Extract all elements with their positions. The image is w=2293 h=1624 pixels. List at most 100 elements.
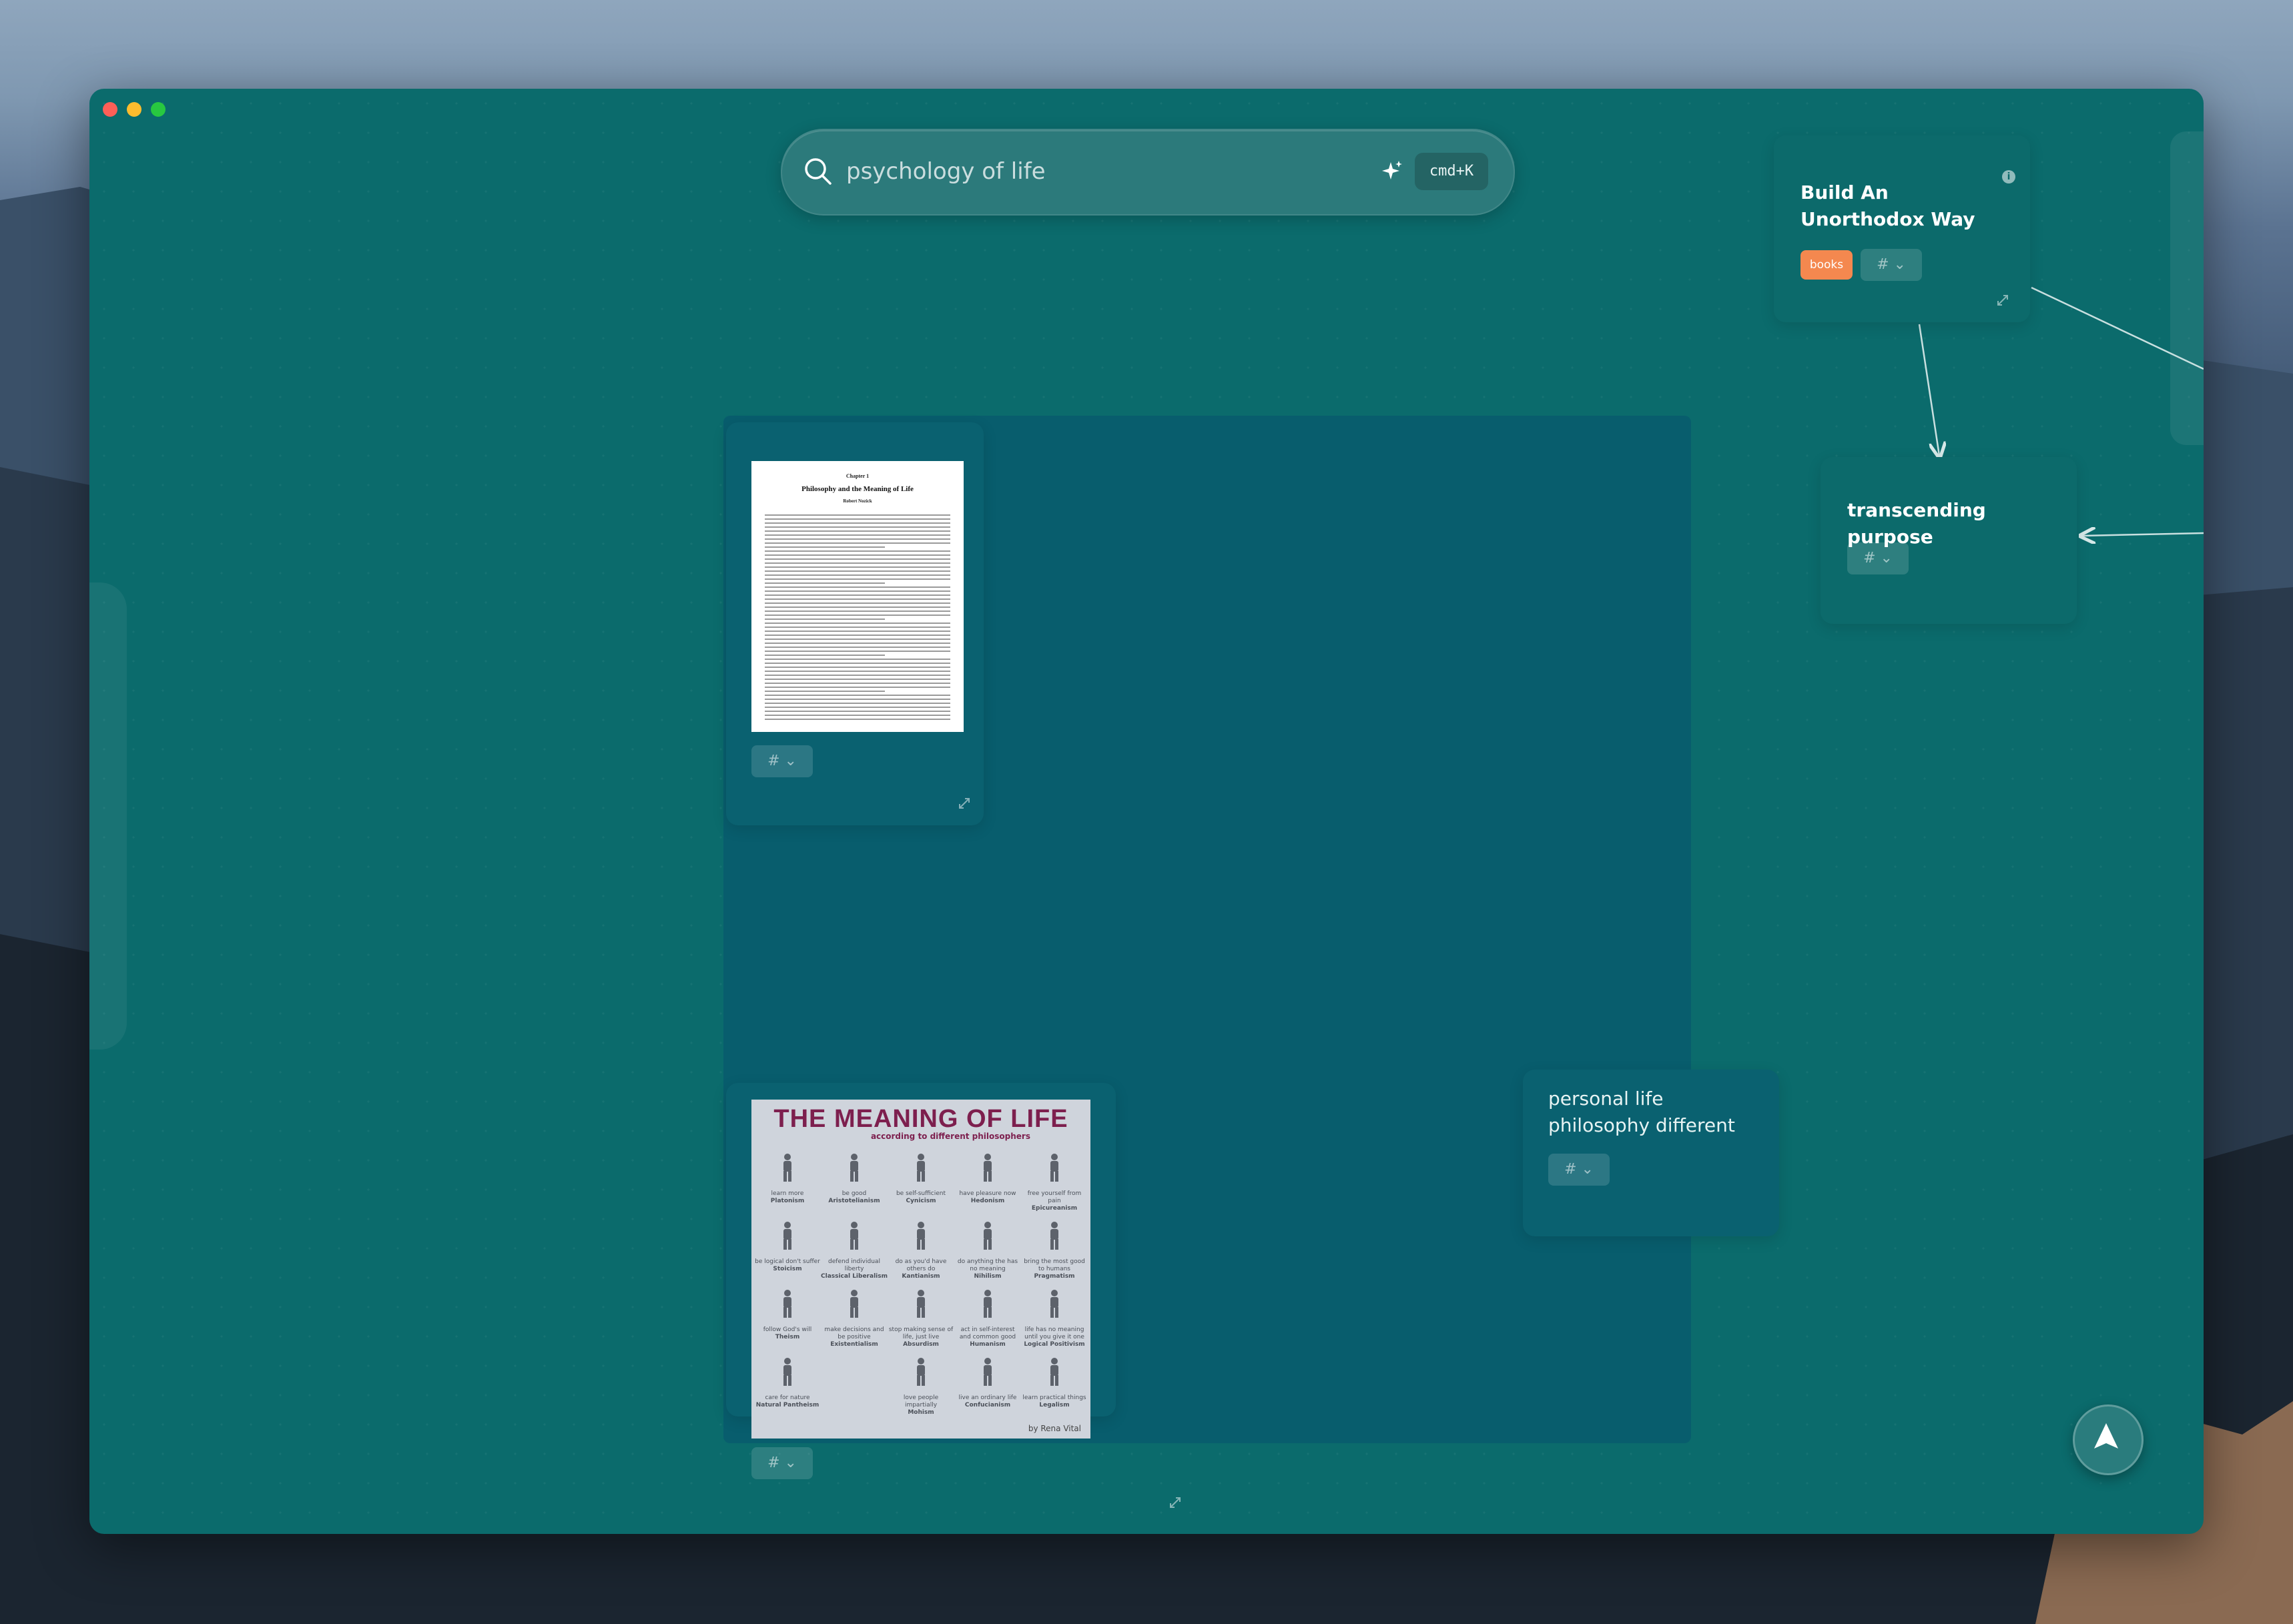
doc-text-line	[765, 711, 950, 712]
poster-caption: have pleasure now Hedonism	[959, 1190, 1016, 1204]
poster-cell: be self-sufficient Cynicism	[888, 1150, 954, 1217]
poster-cell: free yourself from pain Epicureanism	[1021, 1150, 1088, 1217]
poster-caption: learn more Platonism	[770, 1190, 805, 1204]
doc-text-line	[765, 598, 950, 600]
tag-dropdown[interactable]: # ⌄	[1861, 249, 1922, 281]
search-bar[interactable]: psychology of life cmd+K	[781, 129, 1515, 216]
left-side-panel[interactable]	[89, 582, 127, 1050]
person-figure-icon	[1050, 1290, 1058, 1318]
poster-tag-dropdown[interactable]: # ⌄	[751, 1447, 813, 1479]
note-tag-dropdown[interactable]: # ⌄	[1548, 1154, 1610, 1186]
poster-cell: follow God's will Theism	[754, 1286, 821, 1353]
poster-cell: stop making sense of life, just live Absu…	[888, 1286, 954, 1353]
tag-dropdown[interactable]: # ⌄	[751, 745, 813, 777]
doc-text-line	[765, 534, 950, 536]
tag-books[interactable]: books	[1800, 250, 1853, 280]
person-figure-icon	[1050, 1222, 1058, 1250]
poster-card[interactable]: THE MEANING OF LIFE according to differe…	[726, 1083, 1116, 1439]
doc-text-line	[765, 611, 950, 612]
poster-cell: defend individual liberty Classical Liber…	[821, 1218, 888, 1285]
note-card-personal-philosophy[interactable]: personal life philosophy different # ⌄	[1523, 1070, 1779, 1236]
doc-text-line	[765, 623, 950, 624]
person-figure-icon	[917, 1290, 925, 1318]
card-transcending-purpose[interactable]: transcending purpose # ⌄	[1821, 457, 2077, 624]
person-figure-icon	[783, 1290, 791, 1318]
doc-text-line	[765, 574, 950, 576]
poster-cell: act in self-interest and common good Huma…	[954, 1286, 1021, 1353]
person-figure-icon	[850, 1154, 858, 1182]
poster-caption: learn practical things Legalism	[1022, 1394, 1086, 1408]
card-title: Build An Unorthodox Way	[1800, 181, 1975, 230]
expand-icon[interactable]	[957, 796, 972, 811]
app-window: psychology of life cmd+K Chapter 1 Philo…	[89, 89, 2204, 1534]
poster-byline: by Rena Vital	[1028, 1424, 1081, 1433]
doc-text-line	[765, 671, 950, 672]
poster-cell: be good Aristotelianism	[821, 1150, 888, 1217]
doc-text-line	[765, 643, 950, 644]
minimize-button[interactable]	[127, 102, 141, 117]
doc-text-line	[765, 602, 950, 604]
person-figure-icon	[984, 1154, 992, 1182]
right-side-panel[interactable]	[2170, 131, 2204, 445]
person-figure-icon	[917, 1222, 925, 1250]
poster-caption: stop making sense of life, just live Absu…	[888, 1326, 954, 1348]
person-figure-icon	[783, 1154, 791, 1182]
doc-text-line	[765, 554, 950, 556]
search-input[interactable]: psychology of life	[846, 153, 1046, 190]
doc-text-line	[765, 707, 950, 708]
sparkle-icon[interactable]	[1380, 159, 1404, 183]
note-text: personal life philosophy different	[1548, 1088, 1735, 1136]
pdf-card[interactable]: Chapter 1 Philosophy and the Meaning of …	[726, 422, 984, 825]
poster-cell: learn practical things Legalism	[1021, 1354, 1088, 1421]
doc-text-line	[765, 695, 950, 696]
poster-cell: do as you'd have others do Kantianism	[888, 1218, 954, 1285]
doc-text-line	[765, 514, 950, 516]
card-build-unorthodox-way[interactable]: Build An Unorthodox Way books # ⌄	[1774, 135, 2030, 322]
window-controls	[103, 102, 166, 117]
poster-caption: do as you'd have others do Kantianism	[895, 1258, 947, 1280]
doc-heading: Philosophy and the Meaning of Life	[801, 485, 914, 493]
doc-text-line	[765, 615, 950, 616]
doc-text-line	[765, 699, 950, 700]
doc-text-line	[765, 619, 885, 620]
doc-text-line	[765, 550, 950, 552]
close-button[interactable]	[103, 102, 117, 117]
tag-dropdown[interactable]: # ⌄	[1847, 542, 1909, 574]
navigate-button[interactable]	[2073, 1404, 2144, 1475]
person-figure-icon	[783, 1222, 791, 1250]
info-icon[interactable]	[2002, 170, 2015, 183]
pdf-thumbnail[interactable]: Chapter 1 Philosophy and the Meaning of …	[751, 461, 964, 732]
doc-text-line	[765, 542, 950, 544]
poster-cell: care for nature Natural Pantheism	[754, 1354, 821, 1421]
poster-expand-icon[interactable]	[1168, 1495, 1183, 1510]
doc-text-line	[765, 538, 950, 540]
poster-caption: be self-sufficient Cynicism	[896, 1190, 946, 1204]
expand-icon[interactable]	[1995, 293, 2010, 308]
doc-text-line	[765, 635, 950, 636]
person-figure-icon	[850, 1222, 858, 1250]
doc-text-line	[765, 691, 885, 692]
navigation-arrow-icon	[2094, 1423, 2118, 1449]
doc-text-line	[765, 558, 950, 560]
poster-caption: free yourself from pain Epicureanism	[1027, 1190, 1082, 1212]
doc-text-line	[765, 719, 950, 720]
poster-cell: do anything the has no meaning Nihilism	[954, 1218, 1021, 1285]
doc-text-line	[765, 586, 950, 588]
doc-text-line	[765, 663, 950, 664]
poster-caption: bring the most good to humans Pragmatism	[1024, 1258, 1085, 1280]
card-group[interactable]: Chapter 1 Philosophy and the Meaning of …	[723, 416, 1779, 1508]
doc-text-line	[765, 631, 950, 632]
doc-text-line	[765, 518, 950, 520]
poster-cell: love people impartially Mohism	[888, 1354, 954, 1421]
zoom-button[interactable]	[151, 102, 166, 117]
doc-author: Robert Nozick	[843, 498, 872, 504]
poster-caption: love people impartially Mohism	[903, 1394, 939, 1416]
doc-text-line	[765, 647, 950, 648]
doc-text-line	[765, 546, 885, 548]
poster-caption: be logical don't suffer Stoicism	[755, 1258, 820, 1272]
doc-text-line	[765, 683, 950, 684]
poster-image[interactable]: THE MEANING OF LIFE according to differe…	[751, 1100, 1090, 1439]
poster-title: THE MEANING OF LIFE	[773, 1105, 1068, 1133]
poster-caption: defend individual liberty Classical Liber…	[821, 1258, 888, 1280]
doc-text-line	[765, 675, 950, 676]
